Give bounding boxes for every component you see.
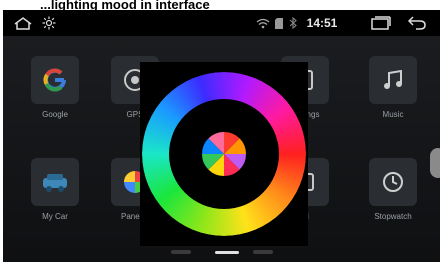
app-my-car[interactable]: My Car <box>15 158 95 221</box>
app-google[interactable]: Google <box>15 56 95 119</box>
app-music[interactable]: Music <box>353 56 433 119</box>
app-label: Music <box>382 110 404 119</box>
home-indicator[interactable] <box>215 251 239 254</box>
wifi-icon <box>255 10 271 36</box>
app-label: Stopwatch <box>374 212 412 221</box>
side-drawer-handle[interactable] <box>430 148 440 178</box>
app-label: Google <box>42 110 68 119</box>
color-picker-overlay <box>140 62 308 246</box>
google-icon <box>31 56 79 104</box>
back-icon[interactable] <box>405 10 429 36</box>
app-stopwatch[interactable]: Stopwatch <box>353 158 433 221</box>
sd-card-icon <box>273 10 285 36</box>
brightness-icon[interactable] <box>39 10 59 36</box>
hue-ring[interactable] <box>140 62 308 246</box>
clock-time: 14:51 <box>306 16 338 30</box>
page-indicator-dot <box>171 250 191 254</box>
clock-icon <box>369 158 417 206</box>
app-label: My Car <box>42 212 68 221</box>
car-icon <box>31 158 79 206</box>
head-unit-screen: 14:51 Google GPS Music My Car Panel B St… <box>3 10 440 262</box>
page-indicator-dot <box>253 250 273 254</box>
recent-apps-icon[interactable] <box>369 10 393 36</box>
home-icon[interactable] <box>11 10 35 36</box>
status-bar: 14:51 <box>3 10 440 36</box>
bluetooth-icon <box>287 10 299 36</box>
center-color-wheel[interactable] <box>201 131 247 177</box>
music-icon <box>369 56 417 104</box>
